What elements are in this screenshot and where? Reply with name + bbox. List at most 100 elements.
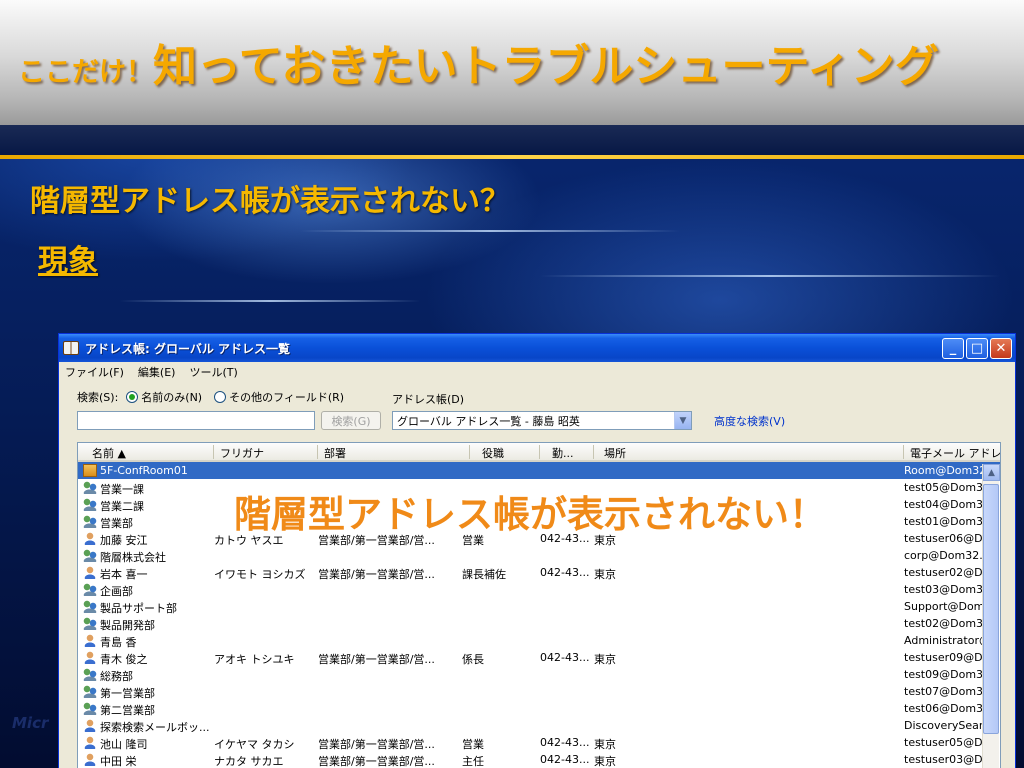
cell-email: corp@Dom32.c: [904, 549, 982, 562]
search-button[interactable]: 検索(G): [321, 411, 381, 430]
cell-name: 青木 俊之: [100, 653, 148, 666]
cell-name: 階層株式会社: [100, 551, 166, 564]
close-button[interactable]: ✕: [990, 337, 1012, 359]
cell-email: testuser05@Dc: [904, 736, 982, 749]
cell-email: Room@Dom32: [904, 464, 982, 477]
cell-email: test04@Dom32: [904, 498, 982, 511]
cell-name: 青島 香: [100, 636, 137, 649]
cell-name: 第二営業部: [100, 704, 155, 717]
cell-name: 総務部: [100, 670, 133, 683]
minimize-button[interactable]: _: [942, 337, 964, 359]
slide-title-main: 知っておきたいトラブルシューティング: [153, 41, 939, 92]
table-row[interactable]: 中田 栄 ナカタ サカエ 営業部/第一営業部/営... 主任 042-43... 東京 te…: [78, 751, 1000, 768]
table-row[interactable]: 階層株式会社 corp@Dom32.c: [78, 547, 1000, 564]
scroll-thumb[interactable]: [983, 484, 999, 734]
column-title[interactable]: 役職: [470, 445, 540, 460]
cell-email: testuser02@Dc: [904, 566, 982, 579]
table-row[interactable]: 探索検索メールボッ... DiscoverySear: [78, 717, 1000, 734]
cell-name: 探索検索メールボッ...: [100, 721, 210, 734]
cell-email: test01@Dom32: [904, 515, 982, 528]
cell-dept: 営業部/第一営業部/営...: [318, 738, 435, 751]
cell-email: Support@Dom3: [904, 600, 982, 613]
cell-loc: 東京: [594, 653, 616, 666]
group-icon: [83, 515, 97, 528]
address-book-select[interactable]: グローバル アドレス一覧 - 藤島 昭英 ▼: [392, 411, 692, 430]
advanced-search-link[interactable]: 高度な検索(V): [714, 413, 785, 429]
column-name[interactable]: 名前 ▲: [78, 445, 214, 460]
table-row[interactable]: 青木 俊之 アオキ トシユキ 営業部/第一営業部/営... 係長 042-43... 東京…: [78, 649, 1000, 666]
cell-email: DiscoverySear: [904, 719, 982, 732]
group-icon: [83, 498, 97, 511]
column-email[interactable]: 電子メール アドレ: [904, 445, 1000, 460]
cell-dept: 営業部/第一営業部/営...: [318, 653, 435, 666]
cell-dept: 営業部/第一営業部/営...: [318, 568, 435, 581]
table-row[interactable]: 企画部 test03@Dom32: [78, 581, 1000, 598]
group-icon: [83, 685, 97, 698]
search-options: 検索(S): 名前のみ(N) その他のフィールド(R): [77, 389, 344, 405]
search-input[interactable]: [77, 411, 315, 430]
table-row[interactable]: 製品開発部 test02@Dom32: [78, 615, 1000, 632]
column-kana[interactable]: フリガナ: [214, 445, 318, 460]
chevron-down-icon[interactable]: ▼: [674, 412, 691, 429]
user-icon: [83, 651, 97, 664]
group-icon: [83, 702, 97, 715]
cell-title: 課長補佐: [462, 568, 506, 581]
table-row[interactable]: 青島 香 Administrator@: [78, 632, 1000, 649]
cell-name: 営業一課: [100, 483, 144, 496]
column-location[interactable]: 場所: [594, 445, 904, 460]
table-row[interactable]: 第二営業部 test06@Dom32: [78, 700, 1000, 717]
radio-other-fields[interactable]: [214, 391, 227, 403]
user-icon: [83, 634, 97, 647]
group-icon: [83, 481, 97, 494]
vertical-scrollbar[interactable]: ▲: [982, 464, 1000, 768]
user-icon: [83, 753, 97, 766]
slide-subheading: 現象: [38, 244, 98, 279]
table-row[interactable]: 5F-ConfRoom01 Room@Dom32: [78, 462, 1000, 479]
group-icon: [83, 600, 97, 613]
cell-email: testuser09@Dc: [904, 651, 982, 664]
menu-bar: ファイル(F) 編集(E) ツール(T): [59, 362, 1015, 382]
cell-email: test07@Dom32: [904, 685, 982, 698]
cell-name: 加藤 安江: [100, 534, 148, 547]
cell-name: 営業部: [100, 517, 133, 530]
column-phone[interactable]: 勤...: [540, 445, 594, 460]
window-titlebar[interactable]: アドレス帳: グローバル アドレス一覧 _ □ ✕: [59, 334, 1015, 362]
scroll-up-icon[interactable]: ▲: [983, 464, 1000, 481]
menu-edit[interactable]: 編集(E): [138, 364, 176, 380]
maximize-button[interactable]: □: [966, 337, 988, 359]
user-icon: [83, 736, 97, 749]
menu-file[interactable]: ファイル(F): [65, 364, 124, 380]
slide-heading: 階層型アドレス帳が表示されない？: [30, 184, 510, 219]
table-row[interactable]: 製品サポート部 Support@Dom3: [78, 598, 1000, 615]
cell-phone: 042-43...: [540, 736, 590, 749]
cell-dept: 営業部/第一営業部/営...: [318, 755, 435, 768]
column-department[interactable]: 部署: [318, 445, 470, 460]
table-row[interactable]: 岩本 喜一 イワモト ヨシカズ 営業部/第一営業部/営... 課長補佐 042-43..…: [78, 564, 1000, 581]
maximize-icon: □: [970, 340, 984, 356]
window-controls: _ □ ✕: [942, 337, 1015, 359]
footer-text: Micr: [12, 714, 49, 732]
window-title: アドレス帳: グローバル アドレス一覧: [85, 341, 291, 356]
light-streak: [300, 230, 680, 232]
table-row[interactable]: 総務部 test09@Dom32: [78, 666, 1000, 683]
cell-email: test09@Dom32: [904, 668, 982, 681]
light-streak: [120, 300, 420, 302]
menu-tools[interactable]: ツール(T): [189, 364, 237, 380]
table-row[interactable]: 池山 隆司 イケヤマ タカシ 営業部/第一営業部/営... 営業 042-43... 東京…: [78, 734, 1000, 751]
table-row[interactable]: 第一営業部 test07@Dom32: [78, 683, 1000, 700]
cell-email: test02@Dom32: [904, 617, 982, 630]
group-icon: [83, 549, 97, 562]
address-book-icon: [63, 341, 79, 355]
slide-title-prefix: ここだけ！: [18, 57, 153, 88]
minimize-icon: _: [949, 340, 957, 356]
cell-kana: イケヤマ タカシ: [214, 738, 295, 751]
header-dark-strip: [0, 125, 1024, 155]
radio-other-fields-label[interactable]: その他のフィールド(R): [229, 389, 344, 405]
radio-name-only[interactable]: [126, 391, 139, 403]
cell-name: 中田 栄: [100, 755, 137, 768]
close-icon: ✕: [995, 340, 1007, 356]
cell-name: 5F-ConfRoom01: [100, 464, 188, 477]
radio-name-only-label[interactable]: 名前のみ(N): [141, 389, 202, 405]
cell-kana: ナカタ サカエ: [214, 755, 284, 768]
cell-email: test06@Dom32: [904, 702, 982, 715]
